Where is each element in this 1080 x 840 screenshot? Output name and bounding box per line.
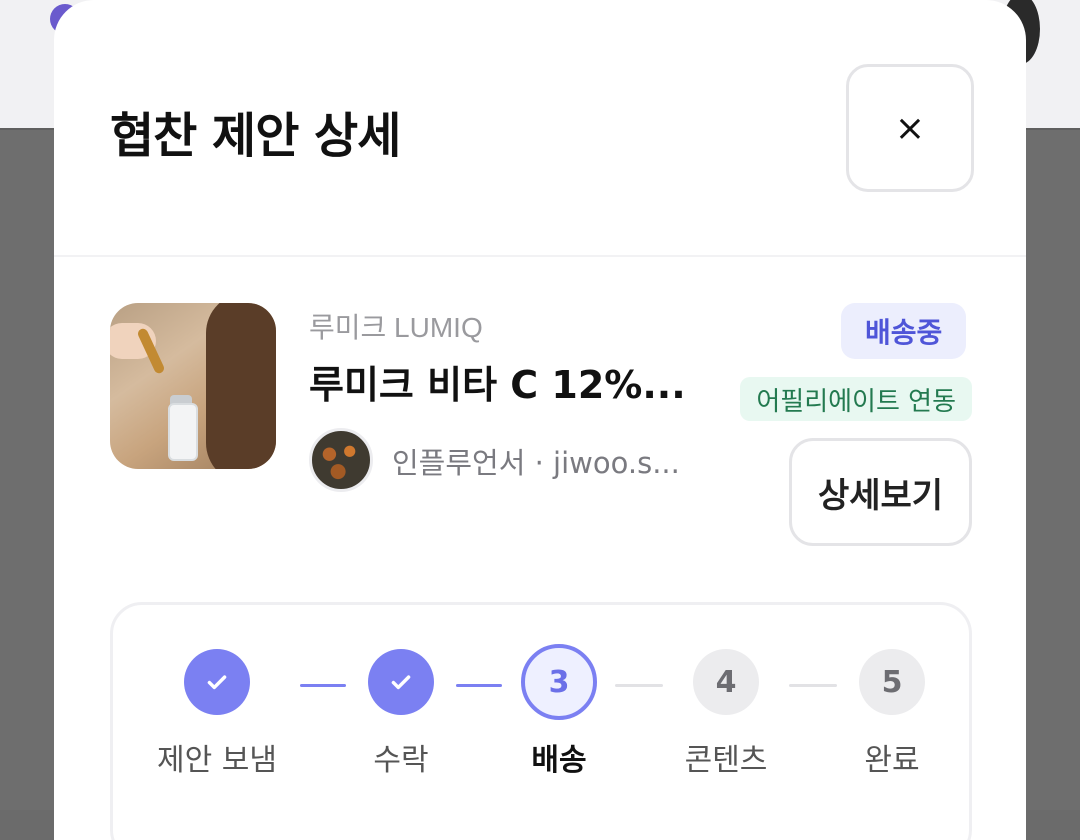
thumb-bottle xyxy=(168,403,198,461)
step-label: 제안 보냄 xyxy=(157,743,277,778)
progress-stepper: 제안 보냄 수락 3 배송 4 콘텐츠 5 완료 xyxy=(110,602,972,840)
influencer-handle: 인플루언서 · jiwoo.s... xyxy=(392,446,680,480)
brand-name: 루미크 LUMIQ xyxy=(309,312,483,343)
product-title: 루미크 비타 C 12%... xyxy=(309,363,686,407)
step-complete: 5 완료 xyxy=(822,649,962,779)
thumb-hair xyxy=(206,303,276,469)
backdrop-right xyxy=(1026,130,1080,810)
modal-header: 협찬 제안 상세 × xyxy=(54,0,1026,257)
backdrop-left xyxy=(0,130,54,810)
step-number: 4 xyxy=(693,649,759,715)
step-label: 콘텐츠 xyxy=(684,743,768,778)
close-button[interactable]: × xyxy=(846,64,974,192)
modal-title: 협찬 제안 상세 xyxy=(110,108,401,164)
view-detail-button[interactable]: 상세보기 xyxy=(789,438,972,546)
step-label: 수락 xyxy=(373,743,429,778)
status-badge: 배송중 xyxy=(841,303,967,359)
step-label: 배송 xyxy=(531,743,587,778)
step-content: 4 콘텐츠 xyxy=(656,649,796,779)
influencer-avatar xyxy=(309,428,373,492)
step-number: 3 xyxy=(521,644,597,720)
affiliate-badge: 어필리에이트 연동 xyxy=(740,377,972,421)
step-label: 완료 xyxy=(864,743,920,778)
step-shipping: 3 배송 xyxy=(489,644,629,779)
step-number: 5 xyxy=(859,649,925,715)
step-proposal-sent: 제안 보냄 xyxy=(147,649,287,779)
product-thumbnail xyxy=(110,303,276,469)
check-icon xyxy=(184,649,250,715)
close-icon: × xyxy=(894,107,926,149)
check-icon xyxy=(368,649,434,715)
proposal-detail-modal: 협찬 제안 상세 × 루미크 LUMIQ 루미크 비타 C 12%... 인플루… xyxy=(54,0,1026,840)
step-accepted: 수락 xyxy=(331,649,471,779)
